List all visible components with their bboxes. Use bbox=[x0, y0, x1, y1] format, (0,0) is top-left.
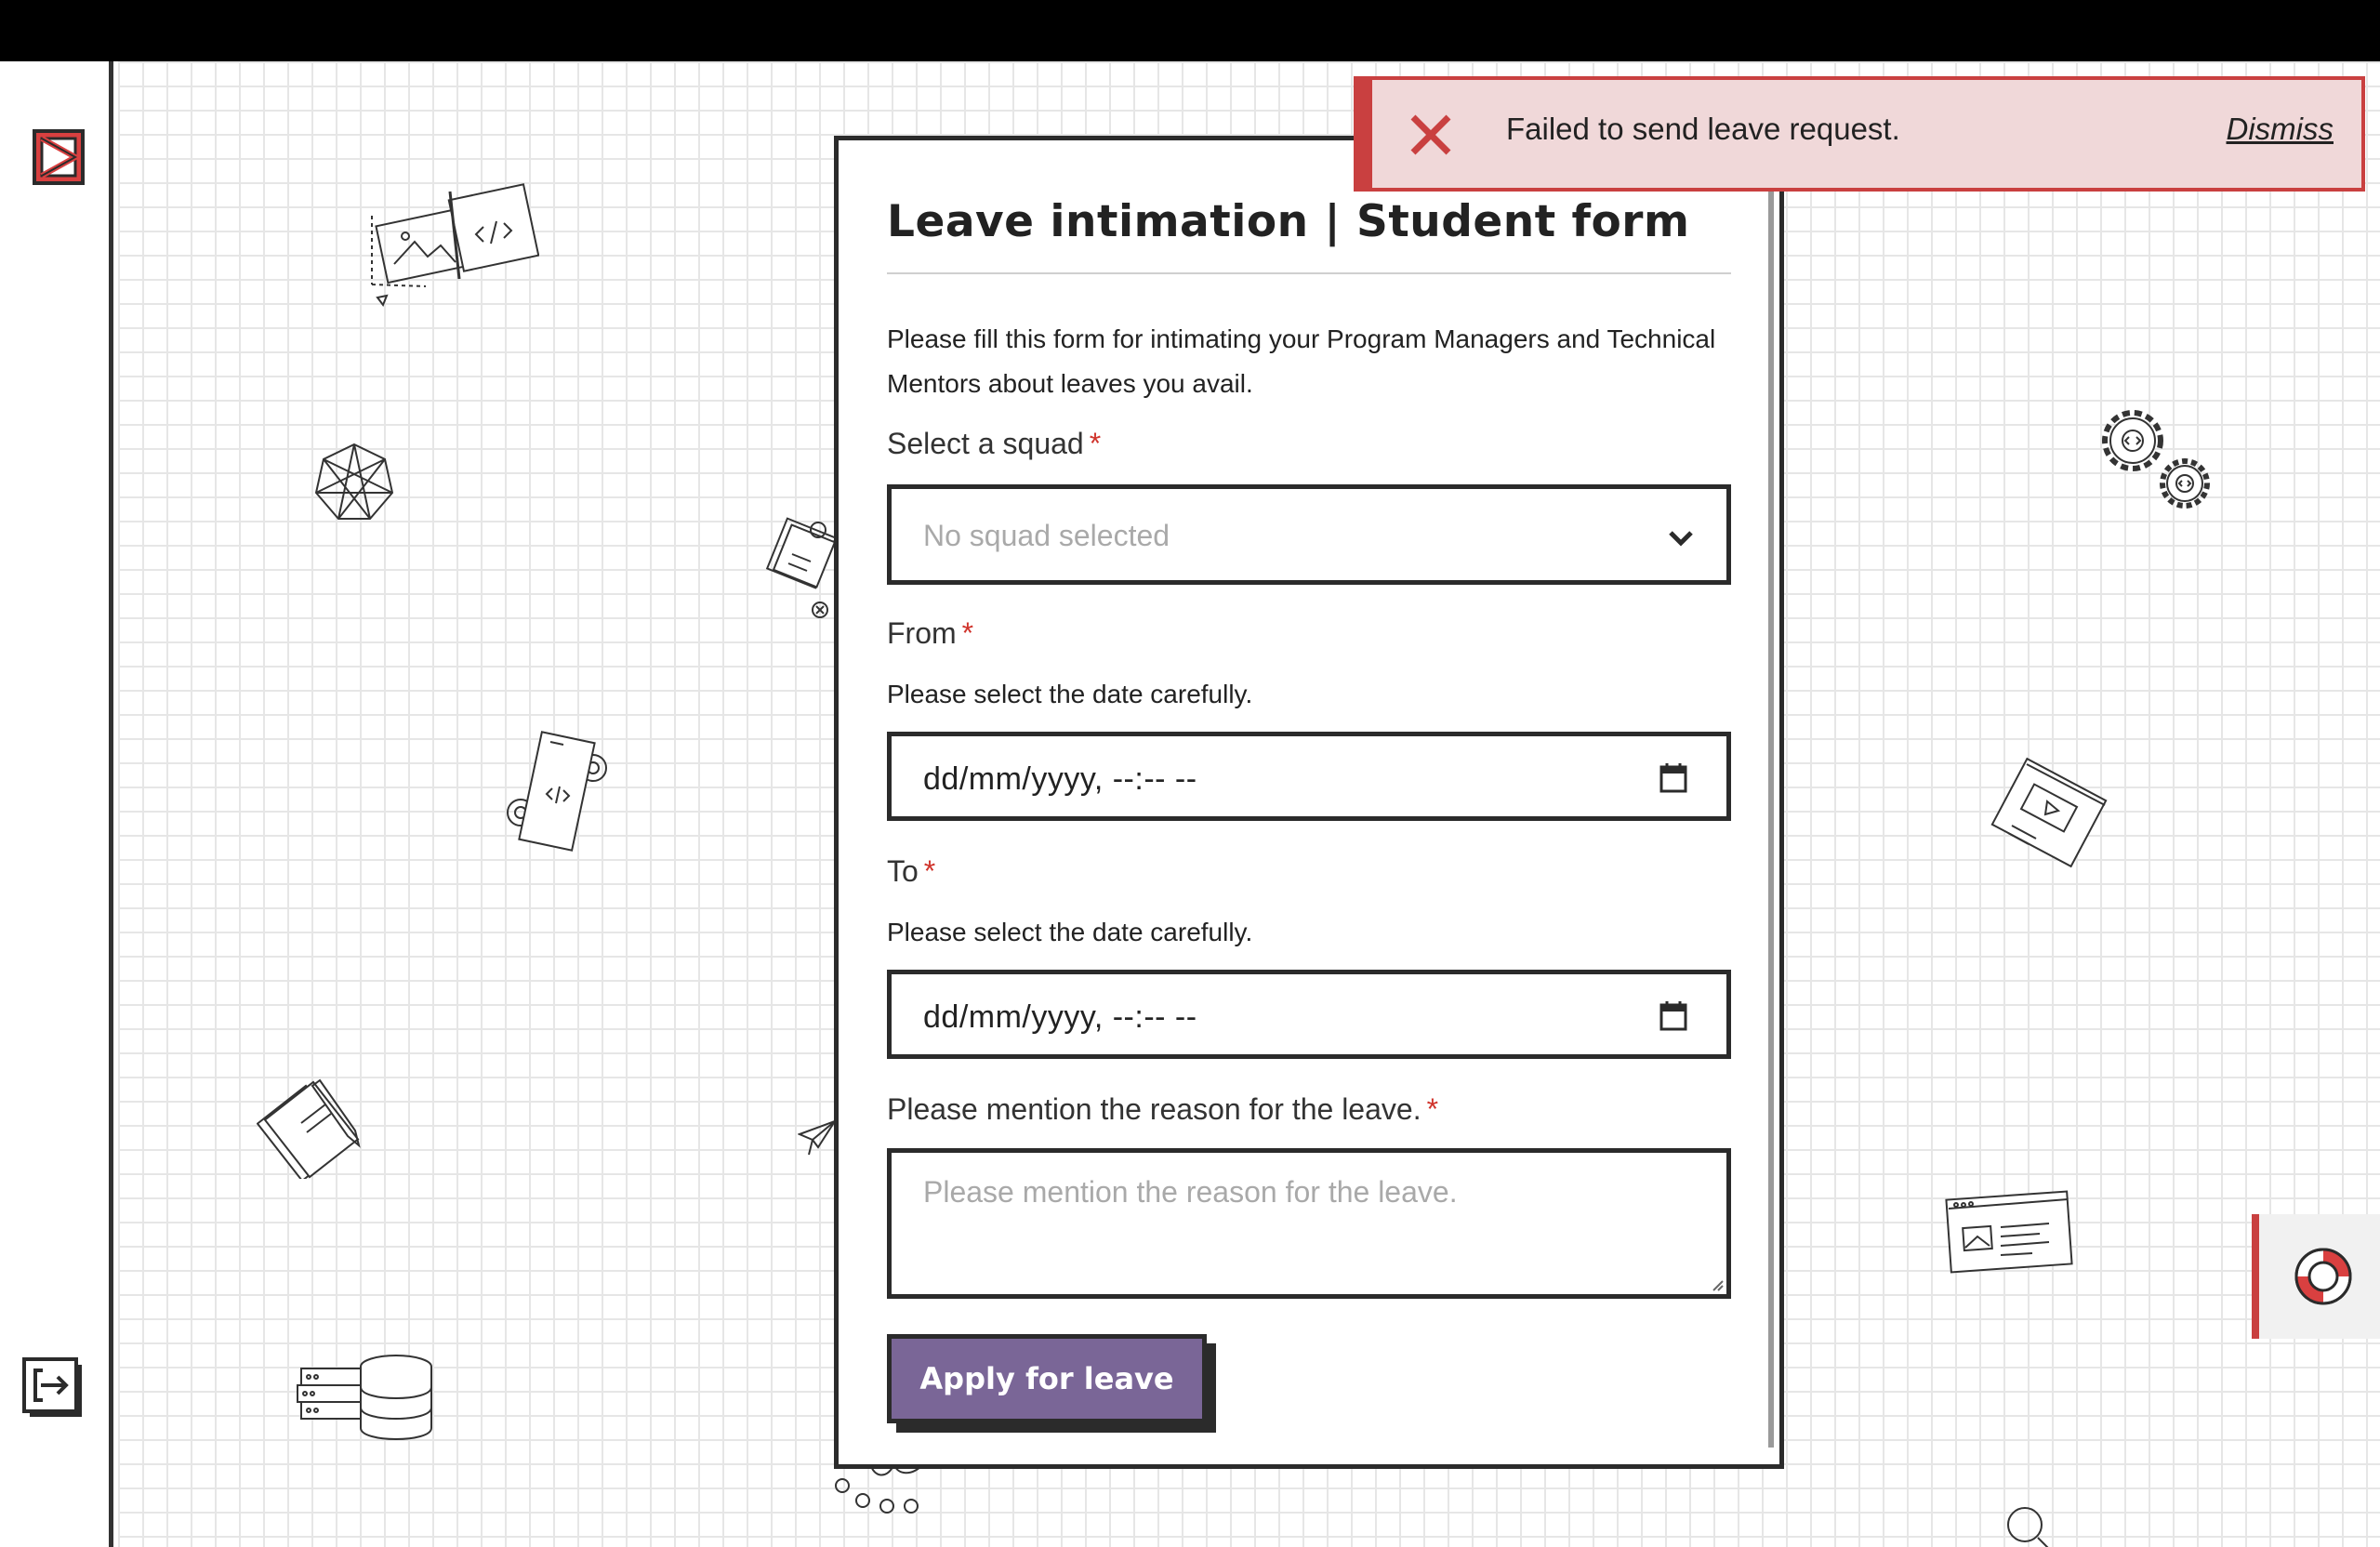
magnifier-doodle-icon bbox=[2007, 1507, 2049, 1547]
chevron-down-icon bbox=[1669, 531, 1693, 547]
gears-code-doodle-icon bbox=[2102, 410, 2210, 509]
calendar-icon[interactable] bbox=[1659, 761, 1687, 793]
gears-bubbles-doodle-icon bbox=[835, 1463, 923, 1514]
browser-video-doodle-icon bbox=[1990, 757, 2108, 868]
card-scrollbar[interactable] bbox=[1768, 153, 1774, 1448]
close-icon bbox=[1410, 114, 1451, 155]
from-datetime-value: dd/mm/yyyy, --:-- -- bbox=[923, 761, 1197, 797]
database-doodle-icon bbox=[297, 1355, 432, 1440]
to-datetime-input[interactable]: dd/mm/yyyy, --:-- -- bbox=[887, 970, 1731, 1059]
top-bar bbox=[0, 0, 2380, 61]
from-label: From * bbox=[887, 616, 973, 651]
error-toast: Failed to send leave request. Dismiss bbox=[1354, 76, 2365, 192]
required-mark: * bbox=[1426, 1092, 1439, 1126]
reason-label-text: Please mention the reason for the leave. bbox=[887, 1092, 1421, 1126]
to-datetime-value: dd/mm/yyyy, --:-- -- bbox=[923, 999, 1197, 1035]
required-mark: * bbox=[1089, 427, 1102, 460]
sticky-notes-doodle-icon bbox=[765, 517, 837, 618]
squad-select[interactable]: No squad selected bbox=[887, 484, 1731, 585]
help-button[interactable] bbox=[2252, 1214, 2380, 1339]
required-mark: * bbox=[923, 854, 936, 888]
from-datetime-input[interactable]: dd/mm/yyyy, --:-- -- bbox=[887, 732, 1731, 821]
apply-for-leave-button[interactable]: Apply for leave bbox=[887, 1334, 1207, 1423]
lifebuoy-icon bbox=[2294, 1248, 2352, 1305]
squad-label-text: Select a squad bbox=[887, 427, 1084, 460]
calendar-icon[interactable] bbox=[1659, 999, 1687, 1031]
toast-message: Failed to send leave request. bbox=[1506, 112, 1900, 146]
to-hint: Please select the date carefully. bbox=[887, 918, 1253, 946]
image-code-doodle-icon bbox=[371, 183, 539, 308]
mobile-gears-doodle-icon bbox=[507, 731, 607, 852]
dismiss-link[interactable]: Dismiss bbox=[2227, 112, 2334, 147]
from-label-text: From bbox=[887, 616, 957, 650]
form-intro-text: Please fill this form for intimating you… bbox=[887, 324, 1716, 398]
squad-label: Select a squad * bbox=[887, 427, 1101, 461]
squad-select-value: No squad selected bbox=[923, 519, 1170, 552]
resize-grip-icon[interactable] bbox=[1708, 1276, 1725, 1292]
browser-window-doodle-icon bbox=[1945, 1190, 2073, 1274]
from-hint: Please select the date carefully. bbox=[887, 680, 1253, 708]
required-mark: * bbox=[961, 616, 974, 650]
title-divider bbox=[887, 272, 1731, 274]
brand-logo-icon[interactable] bbox=[32, 128, 86, 186]
polyhedron-doodle-icon bbox=[314, 443, 394, 520]
reason-label: Please mention the reason for the leave.… bbox=[887, 1092, 1438, 1127]
logout-icon[interactable] bbox=[22, 1357, 87, 1422]
to-label-text: To bbox=[887, 854, 919, 888]
reason-placeholder: Please mention the reason for the leave. bbox=[923, 1175, 1458, 1209]
notebook-pencil-doodle-icon bbox=[257, 1078, 361, 1179]
reason-textarea[interactable]: Please mention the reason for the leave. bbox=[887, 1148, 1731, 1299]
sidebar bbox=[0, 61, 113, 1547]
to-label: To * bbox=[887, 854, 935, 889]
plane-doodle-icon bbox=[798, 1120, 835, 1156]
leave-form-card: Leave intimation | Student form Please f… bbox=[834, 136, 1784, 1469]
form-title: Leave intimation | Student form bbox=[887, 196, 1690, 247]
